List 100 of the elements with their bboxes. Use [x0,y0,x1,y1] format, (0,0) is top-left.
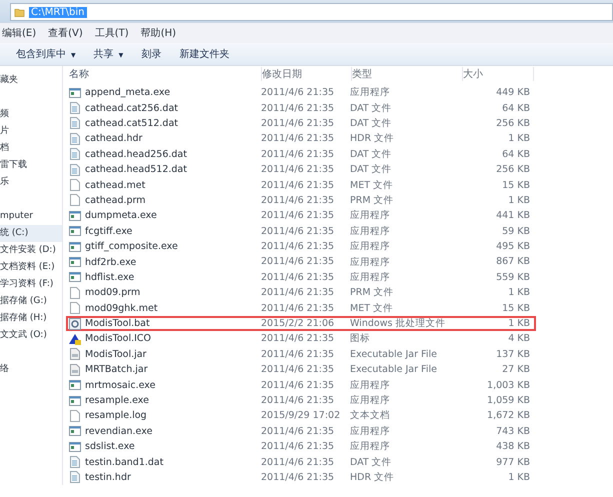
file-size: 559 KB [495,272,530,283]
file-name[interactable]: sdslist.exe [85,441,135,452]
program-icon [69,440,81,453]
modified-date: 2011/4/6 21:35 [261,348,336,360]
file-name[interactable]: gtiff_composite.exe [85,241,178,252]
sidebar-item[interactable]: 档 [0,140,62,157]
file-type: 应用程序 [350,378,391,392]
file-name[interactable]: cathead.met [85,180,146,191]
file-name[interactable]: append_meta.exe [85,87,170,98]
address-path: C:\MRT\bin [29,6,87,18]
modified-date: 2011/4/6 21:35 [261,148,336,160]
file-name[interactable]: cathead.head256.dat [85,148,187,160]
sidebar-item[interactable]: 学习资料 (F:) [0,276,62,293]
modified-date: 2011/4/6 21:35 [261,333,336,344]
column-header[interactable]: 类型 [352,66,463,80]
file-name[interactable]: testin.hdr [85,472,131,483]
document-icon [69,117,81,130]
modified-date: 2015/2/2 21:06 [261,318,336,330]
file-size: 15 KB [501,302,530,314]
file-name[interactable]: revendian.exe [85,426,152,437]
sidebar-item[interactable]: 文件安装 (D:) [0,242,62,259]
toolbar-button[interactable]: 新建文件夹 [175,45,234,63]
file-size: 1 KB [507,194,530,206]
file-name[interactable]: resample.log [85,410,147,422]
menu-item[interactable]: 查看(V) [48,26,83,40]
sidebar-item[interactable]: 片 [0,123,62,140]
file-name[interactable]: ModisTool.bat [85,318,150,330]
document-icon [69,471,81,484]
file-name[interactable]: fcgtiff.exe [85,226,132,237]
toolbar-button[interactable]: 刻录 [137,45,166,63]
file-name[interactable]: mod09.prm [85,287,140,298]
modified-date: 2011/4/6 21:35 [261,164,336,176]
file-type: 应用程序 [350,394,391,408]
file-type: 图标 [350,332,371,346]
file-name[interactable]: ModisTool.jar [85,348,146,360]
file-type: Windows 批处理文件 [350,317,446,330]
file-name[interactable]: hdflist.exe [85,272,134,283]
file-type: 应用程序 [350,256,391,268]
document-icon [69,148,81,160]
menu-item[interactable]: 工具(T) [94,26,129,40]
modified-date: 2011/4/6 21:35 [261,256,336,268]
file-name[interactable]: mrtmosaic.exe [85,380,156,391]
file-name[interactable]: cathead.head512.dat [85,164,187,176]
menu-item[interactable]: 帮助(H) [140,26,176,40]
modified-date: 2011/4/6 21:35 [261,395,336,406]
file-name[interactable]: resample.exe [85,395,149,406]
file-name[interactable]: hdf2rb.exe [85,256,136,268]
column-header[interactable]: 修改日期 [262,66,352,80]
modified-date: 2011/4/6 21:35 [261,241,336,252]
sidebar-item[interactable]: 统 (C:) [0,225,62,242]
menu-item[interactable]: 编辑(E) [2,26,36,40]
modified-date: 2011/4/6 21:35 [261,133,336,144]
modified-date: 2011/4/6 21:35 [261,102,336,114]
sidebar-item[interactable]: 据存储 (G:) [0,293,62,310]
file-type: 应用程序 [350,270,391,284]
sidebar-item[interactable]: 藏夹 [0,72,62,89]
sidebar-item[interactable]: mputer [0,208,62,225]
document-icon [69,364,81,376]
file-name[interactable]: MRTBatch.jar [85,364,148,376]
highlight-frame[interactable]: ModisTool.bat 2015/2/2 21:06 Windows 批处理文件 1 KB [66,316,536,332]
column-header[interactable]: 名称 [69,66,262,80]
file-size: 977 KB [495,456,530,468]
file-size: 256 KB [495,118,530,129]
file-type: 应用程序 [350,209,391,222]
image-icon [69,332,81,345]
file-size: 15 KB [501,180,530,191]
file-name[interactable]: ModisTool.ICO [85,333,152,344]
file-type: 应用程序 [350,424,391,438]
file-name[interactable]: testin.band1.dat [85,456,164,468]
document-icon [69,102,81,114]
file-name[interactable]: mod09ghk.met [85,302,158,314]
file-type: MET 文件 [350,302,394,315]
file-size: 27 KB [501,364,530,376]
sidebar-item[interactable]: 乐 [0,174,62,191]
file-name[interactable]: cathead.hdr [85,133,142,144]
modified-date: 2011/4/6 21:35 [261,180,336,191]
program-icon [69,425,81,438]
file-name[interactable]: cathead.cat256.dat [85,102,178,114]
sidebar-item[interactable]: 频 [0,106,62,123]
file-size: 64 KB [501,102,530,114]
modified-date: 2011/4/6 21:35 [261,226,336,237]
sidebar-item[interactable]: 据存储 (H:) [0,310,62,327]
file-size: 4 KB [507,333,530,344]
sidebar-item[interactable]: 络 [0,361,62,378]
program-icon [69,240,81,253]
file-name[interactable]: cathead.cat512.dat [85,118,178,129]
sidebar-item[interactable]: 雷下载 [0,157,62,174]
document-icon [69,164,81,176]
file-type: 文本文档 [350,409,391,422]
sidebar-item[interactable]: 文档资料 (E:) [0,259,62,276]
program-icon [69,86,81,99]
file-name[interactable]: dumpmeta.exe [85,210,157,222]
sidebar-item[interactable]: 文文武 (O:) [0,327,62,344]
column-header[interactable]: 大小 [463,66,534,80]
modified-date: 2011/4/6 21:35 [261,87,336,98]
file-icon [69,194,81,206]
file-type: DAT 文件 [350,102,393,115]
file-name[interactable]: cathead.prm [85,194,146,206]
modified-date: 2011/4/6 21:35 [261,472,336,483]
file-size: 64 KB [501,148,530,160]
